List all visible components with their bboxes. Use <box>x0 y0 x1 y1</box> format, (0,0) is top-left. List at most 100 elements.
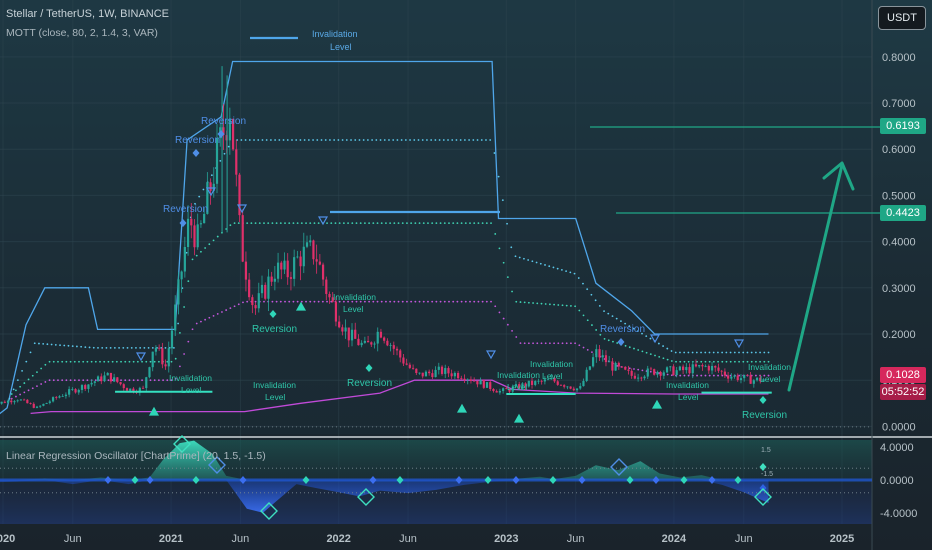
candle-up <box>267 276 270 299</box>
lower-inner-dot <box>481 300 484 303</box>
lower-inner-dot <box>523 342 526 345</box>
indicator-legend[interactable]: MOTT (close, 80, 2, 1.4, 3, VAR) <box>6 27 158 39</box>
lower-inner-dot <box>204 318 207 321</box>
candle-down <box>74 389 77 393</box>
upper-inner-dot <box>700 351 702 354</box>
lower-inner-dot <box>229 307 232 310</box>
candle-down <box>347 327 350 341</box>
lower-inner-dot <box>52 379 55 382</box>
upper-inner-dot <box>586 288 589 291</box>
mid-band-dot <box>519 301 522 303</box>
candle-up <box>537 380 540 382</box>
upper-inner-dot <box>54 343 57 346</box>
candle-up <box>730 376 733 379</box>
candle-down <box>100 376 103 382</box>
candle-down <box>714 365 717 368</box>
mid-band-dot <box>376 222 379 225</box>
candle-down <box>280 262 283 270</box>
symbol-title[interactable]: Stellar / TetherUS, 1W, BINANCE <box>6 8 169 20</box>
upper-inner-dot <box>337 139 340 141</box>
candle-down <box>125 388 129 391</box>
upper-inner-dot <box>253 139 255 141</box>
candle-up <box>755 377 759 381</box>
lower-inner-dot <box>275 300 278 303</box>
upper-inner-dot <box>455 139 458 141</box>
candle-down <box>84 385 87 389</box>
lower-inner-dot <box>321 300 324 303</box>
mid-band-dot <box>544 303 547 305</box>
upper-inner-dot <box>569 271 572 274</box>
invalidation-level-label: Level <box>343 304 363 314</box>
candle-up <box>113 377 116 382</box>
upper-inner-dot <box>345 139 348 141</box>
upper-inner-dot <box>645 335 648 337</box>
lower-inner-dot <box>263 300 265 303</box>
mid-band-dot <box>355 222 358 225</box>
candle-down <box>193 225 196 248</box>
upper-inner-dot <box>704 351 707 354</box>
upper-inner-dot <box>763 351 766 354</box>
upper-inner-dot <box>295 139 298 141</box>
lower-inner-dot <box>431 300 434 303</box>
candle-down <box>701 365 704 367</box>
candle-down <box>598 349 601 358</box>
mid-band-dot <box>61 360 64 363</box>
mid-band-dot <box>237 222 240 225</box>
upper-inner-dot <box>620 320 622 323</box>
mid-band-dot <box>498 247 501 250</box>
candle-down <box>749 375 752 384</box>
lower-inner-dot <box>704 374 707 377</box>
upper-inner-dot <box>463 139 466 141</box>
mid-band-dot <box>494 233 497 235</box>
candle-up <box>376 331 379 344</box>
candle-down <box>569 386 572 389</box>
candle-down <box>717 367 720 371</box>
candle-up <box>662 372 665 376</box>
candle-down <box>270 276 273 282</box>
mid-band-dot <box>195 254 198 257</box>
currency-button[interactable]: USDT <box>878 6 926 30</box>
candle-up <box>0 401 3 404</box>
oscillator-legend[interactable]: Linear Regression Oscillator [ChartPrime… <box>6 450 266 462</box>
candle-down <box>321 264 325 280</box>
price-chart[interactable]: InvalidationLevel InvalidationLevelInval… <box>0 0 932 550</box>
lower-inner-dot <box>456 300 459 303</box>
mid-band-dot <box>132 360 135 363</box>
upper-inner-dot <box>219 159 222 162</box>
candle-down <box>29 403 32 405</box>
lower-inner-dot <box>477 300 480 303</box>
upper-inner-dot <box>383 139 386 141</box>
upper-inner-dot <box>324 139 327 141</box>
candle-down <box>315 259 318 262</box>
x-axis-tick: Jun <box>735 533 753 545</box>
upper-inner-dot <box>25 360 28 363</box>
current-price-tag: 0.1028 <box>880 367 926 383</box>
upper-inner-dot <box>472 139 475 141</box>
lower-inner-dot <box>309 300 312 303</box>
invalidation-label: Invalidation <box>169 373 212 383</box>
candle-up <box>90 382 93 385</box>
candle-up <box>588 366 591 370</box>
lower-inner-dot <box>443 300 446 303</box>
lower-inner-dot <box>44 381 47 383</box>
candle-up <box>145 377 148 389</box>
candle-down <box>209 182 212 191</box>
candle-down <box>682 366 685 371</box>
mid-band-dot <box>351 222 354 225</box>
candle-up <box>80 385 84 390</box>
candle-down <box>251 297 254 306</box>
mid-band-dot <box>729 360 732 363</box>
candle-up <box>434 369 437 378</box>
mid-band-dot <box>477 222 480 225</box>
upper-inner-dot <box>84 346 87 348</box>
candle-up <box>575 388 579 391</box>
lower-inner-dot <box>48 379 51 382</box>
mid-band-dot <box>19 385 22 388</box>
lower-inner-dot <box>305 300 307 303</box>
upper-inner-dot <box>565 270 567 273</box>
mid-band-dot <box>649 353 652 356</box>
mid-band-dot <box>511 290 513 293</box>
lower-inner-dot <box>708 374 711 377</box>
candle-down <box>366 340 370 343</box>
upper-inner-dot <box>8 397 11 400</box>
